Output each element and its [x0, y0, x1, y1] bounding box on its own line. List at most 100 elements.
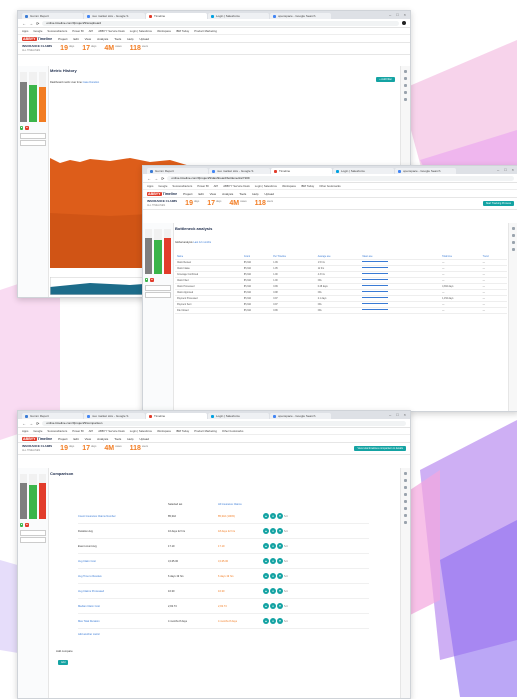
comparison-row[interactable]: Avg Claims Processed 16.30 16.30 ▲ ● ▼ ✎ × [78, 584, 369, 599]
bookmark-other[interactable]: Other bookmarks [222, 429, 243, 433]
period-dropdown[interactable]: Last 12 months [193, 241, 211, 244]
sidebar-button-1[interactable] [20, 530, 46, 536]
compare-icon[interactable]: ● [270, 558, 276, 564]
rail-icon[interactable] [404, 521, 407, 524]
filter-icon[interactable]: ▼ [277, 528, 283, 534]
rail-icon[interactable] [512, 248, 515, 251]
bookmark-successfactors[interactable]: SuccessFactors [47, 429, 67, 433]
chart-icon[interactable]: ▲ [263, 588, 269, 594]
compare-icon[interactable]: ● [270, 573, 276, 579]
remove-icon[interactable]: × [286, 515, 288, 518]
filter-icon[interactable]: ▼ [277, 588, 283, 594]
metric-dropdown[interactable]: Case Duration [83, 81, 100, 84]
comparison-row[interactable]: Median Claim Cost 2,93.73 2,93.73 ▲ ● ▼ ✎ × [78, 599, 369, 614]
menu-upload[interactable]: Upload [139, 437, 149, 441]
chart-icon[interactable]: ▲ [263, 573, 269, 579]
tab-gumm-report[interactable]: Gumm Report [22, 413, 83, 419]
chart-icon[interactable]: ▲ [263, 543, 269, 549]
menu-view[interactable]: View [85, 437, 91, 441]
filter-icon[interactable]: ▼ [277, 543, 283, 549]
remove-icon[interactable]: × [286, 560, 288, 563]
maximize-icon[interactable]: □ [396, 412, 398, 417]
chart-icon[interactable]: ▲ [263, 558, 269, 564]
bookmark-salesforce[interactable]: Login | Salesforce [130, 429, 152, 433]
bookmark-salesforce[interactable]: Login | Salesforce [130, 29, 152, 33]
close-icon[interactable]: × [512, 167, 514, 172]
menu-analysis[interactable]: Analysis [97, 37, 108, 41]
add-metric-link[interactable]: Add another metric [78, 633, 369, 636]
chart-icon[interactable]: ▲ [263, 513, 269, 519]
bookmark-salesforce[interactable]: Login | Salesforce [255, 184, 277, 188]
bookmark-google[interactable]: Google [158, 184, 167, 188]
bookmark-workspace[interactable]: Workspace [282, 184, 296, 188]
tab-salesforce[interactable]: Login | Salesforce [208, 13, 269, 19]
sidebar-button-1[interactable] [20, 133, 46, 139]
tab-salesforce[interactable]: Login | Salesforce [208, 413, 269, 419]
comparison-row[interactable]: Event count Avg 17.19 17.19 ▲ ● ▼ ✎ × [78, 539, 369, 554]
comparison-row[interactable]: Count Insurance Claims Number 85,342 85,34… [78, 509, 369, 524]
tab-timeline[interactable]: Timeline [271, 168, 332, 174]
bookmark-api[interactable]: API [89, 429, 94, 433]
remove-icon[interactable]: × [286, 620, 288, 623]
menu-project[interactable]: Project [183, 192, 192, 196]
forward-icon[interactable]: → [154, 176, 158, 181]
bookmark-api[interactable]: API [89, 29, 94, 33]
menu-help[interactable]: Help [127, 437, 133, 441]
menu-tools[interactable]: Tools [114, 37, 121, 41]
menu-tools[interactable]: Tools [114, 437, 121, 441]
forward-icon[interactable]: → [29, 421, 33, 426]
tab-timeline[interactable]: Timeline [146, 413, 207, 419]
rail-icon[interactable] [404, 84, 407, 87]
compare-icon[interactable]: ● [270, 603, 276, 609]
back-icon[interactable]: ← [147, 176, 151, 181]
filter-icon[interactable]: ▼ [277, 603, 283, 609]
close-icon[interactable]: × [404, 412, 406, 417]
bookmark-workspace[interactable]: Workspace [157, 429, 171, 433]
close-icon[interactable]: × [404, 12, 406, 17]
profile-icon[interactable] [402, 21, 406, 25]
remove-icon[interactable]: × [286, 575, 288, 578]
bookmark-product-marketing[interactable]: Product Marketing [194, 29, 217, 33]
url-input[interactable]: online.timeline.com/f/project/9/dashboar… [167, 175, 514, 181]
bookmark-product-marketing[interactable]: Product Marketing [194, 429, 217, 433]
tab-google-search[interactable]: nuo market size - Google S [84, 413, 145, 419]
minimize-icon[interactable]: – [389, 12, 391, 17]
comparison-row[interactable]: Max Total Duration 4 months 8 days 4 month… [78, 614, 369, 629]
bookmark-other[interactable]: Other bookmarks [319, 184, 340, 188]
back-icon[interactable]: ← [22, 21, 26, 26]
bookmark-successfactors[interactable]: SuccessFactors [47, 29, 67, 33]
reload-icon[interactable]: ⟳ [161, 176, 164, 181]
rail-icon[interactable] [404, 479, 407, 482]
chip-green[interactable]: ■ [145, 278, 149, 282]
sidebar-button-1[interactable] [145, 285, 171, 291]
tab-openspace[interactable]: openspace - Google Search [270, 13, 331, 19]
bookmark-google[interactable]: Google [33, 429, 42, 433]
minimize-icon[interactable]: – [497, 167, 499, 172]
back-icon[interactable]: ← [22, 421, 26, 426]
compare-icon[interactable]: ● [270, 618, 276, 624]
chart-icon[interactable]: ▲ [263, 618, 269, 624]
tab-openspace[interactable]: openspace - Google Search [270, 413, 331, 419]
rail-icon[interactable] [404, 472, 407, 475]
chip-red[interactable]: ■ [25, 126, 29, 130]
sidebar-button-2[interactable] [20, 140, 46, 146]
forward-icon[interactable]: → [29, 21, 33, 26]
rail-icon[interactable] [404, 486, 407, 489]
bookmark-apps[interactable]: Apps [22, 29, 28, 33]
filter-icon[interactable]: ▼ [277, 618, 283, 624]
rail-icon[interactable] [512, 234, 515, 237]
bookmark-service-desk[interactable]: ABBYY Service Desk [223, 184, 250, 188]
menu-edit[interactable]: Edit [73, 437, 78, 441]
start-tracking-button[interactable]: Start Tracking Process [482, 201, 514, 206]
bookmark-successfactors[interactable]: SuccessFactors [172, 184, 192, 188]
table-row[interactable]: File Closed 85,342 0.96 N/A — — [175, 307, 507, 314]
tab-timeline[interactable]: Timeline [146, 13, 207, 19]
bookmark-ibm[interactable]: IBM Today [176, 29, 189, 33]
filter-icon[interactable]: ▼ [277, 558, 283, 564]
menu-project[interactable]: Project [58, 37, 67, 41]
remove-icon[interactable]: × [286, 530, 288, 533]
bookmark-powerbi[interactable]: Power BI [72, 29, 83, 33]
compare-icon[interactable]: ● [270, 513, 276, 519]
reload-icon[interactable]: ⟳ [36, 421, 39, 426]
sidebar-button-2[interactable] [145, 292, 171, 298]
